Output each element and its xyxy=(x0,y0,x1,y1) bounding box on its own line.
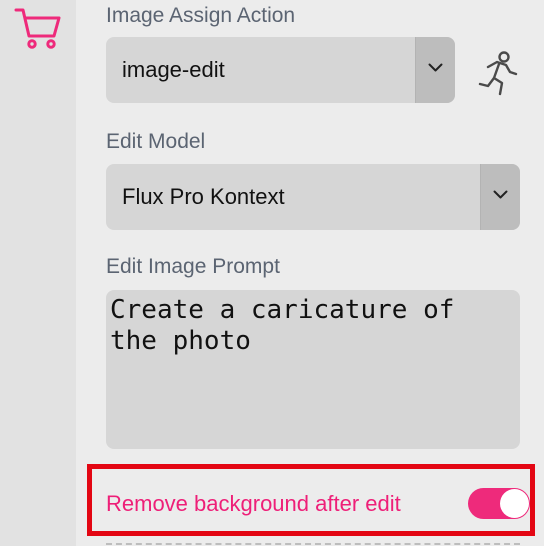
chevron-down-icon xyxy=(428,63,443,72)
left-sidebar xyxy=(0,0,76,546)
image-assign-action-value: image-edit xyxy=(122,57,225,82)
edit-image-prompt-textarea[interactable]: Create a caricature of the photo xyxy=(106,290,520,449)
running-person-icon[interactable] xyxy=(476,50,520,98)
edit-model-label: Edit Model xyxy=(106,130,206,153)
remove-background-highlight: Remove background after edit xyxy=(87,464,535,536)
image-assign-action-dropdown-button[interactable] xyxy=(415,37,455,103)
edit-model-select[interactable]: Flux Pro Kontext xyxy=(106,164,520,230)
chevron-down-icon xyxy=(493,190,508,199)
section-divider xyxy=(106,543,520,545)
image-assign-action-select[interactable]: image-edit xyxy=(106,37,455,103)
edit-image-prompt-label: Edit Image Prompt xyxy=(106,255,280,278)
edit-model-dropdown-button[interactable] xyxy=(480,164,520,230)
shopping-cart-icon[interactable] xyxy=(14,6,62,50)
settings-panel: Image Assign Action image-edit Edit Mode… xyxy=(0,0,544,546)
remove-background-label: Remove background after edit xyxy=(106,491,401,516)
image-assign-action-label: Image Assign Action xyxy=(106,4,296,27)
edit-model-value: Flux Pro Kontext xyxy=(122,184,285,209)
toggle-knob xyxy=(500,489,529,518)
remove-background-toggle[interactable] xyxy=(468,488,530,519)
